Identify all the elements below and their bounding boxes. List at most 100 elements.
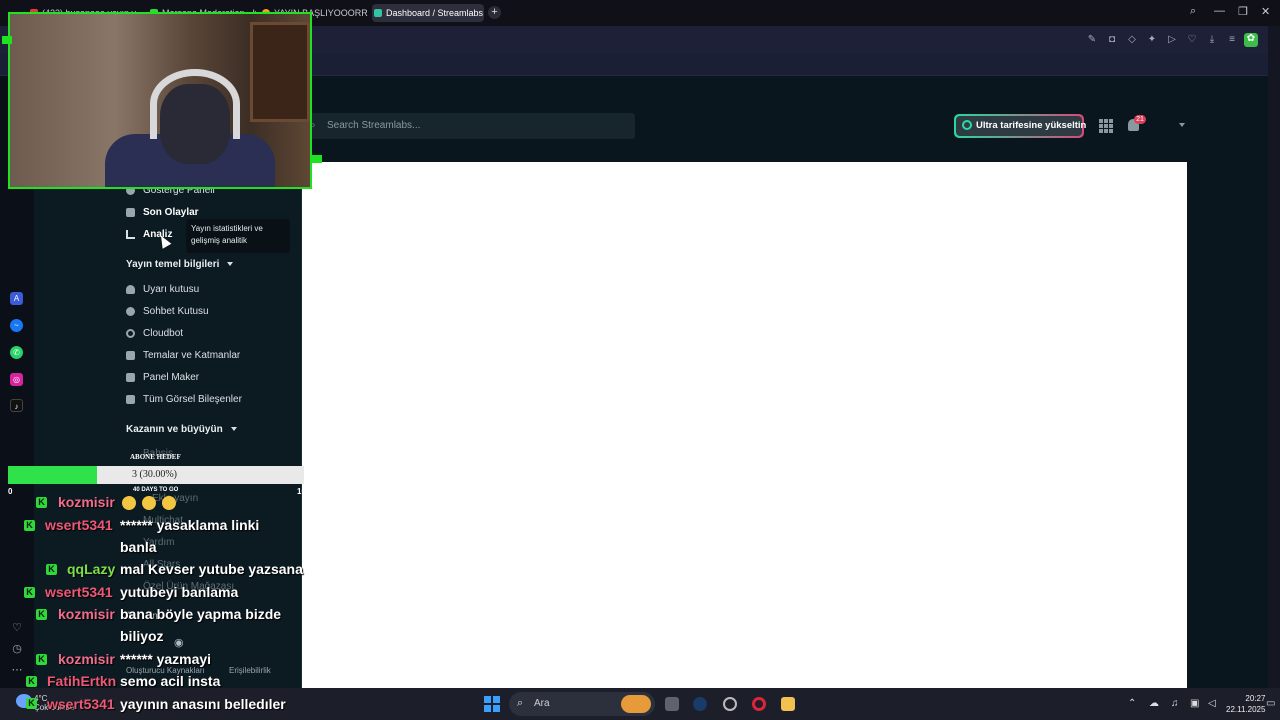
file-explorer-icon[interactable] xyxy=(781,697,795,711)
kick-badge-icon: K xyxy=(36,654,47,665)
nav-item-alert-box[interactable]: Uyarı kutusu xyxy=(143,284,199,295)
section-stream-basics[interactable]: Yayın temel bilgileri xyxy=(126,259,234,270)
chat-username: kozmisir xyxy=(58,494,115,510)
onedrive-icon[interactable]: ☁ xyxy=(1149,698,1159,709)
chat-message: biliyoz xyxy=(120,628,164,644)
content-panel xyxy=(302,162,1187,688)
search-highlight-icon xyxy=(621,695,651,713)
emote-icon xyxy=(162,496,176,510)
tiktok-icon[interactable]: ♪ xyxy=(10,399,23,412)
cam-border-accent xyxy=(312,155,322,163)
vpn-icon[interactable]: ✦ xyxy=(1146,34,1158,46)
profile-avatar-icon[interactable]: ✿ xyxy=(1244,33,1258,47)
nav-item-chat-box[interactable]: Sohbet Kutusu xyxy=(143,306,209,317)
browser-sidebar xyxy=(1268,26,1280,688)
opera-icon[interactable] xyxy=(752,697,766,711)
chevron-down-icon xyxy=(230,427,237,432)
search-icon: ⌕ xyxy=(517,697,524,709)
minimize-button[interactable]: — xyxy=(1214,5,1225,17)
nav-item-panel-maker[interactable]: Panel Maker xyxy=(143,372,199,383)
chat-username: kozmisir xyxy=(58,606,115,622)
chart-icon xyxy=(126,230,135,239)
footer-link-accessibility[interactable]: Erişilebilirlik xyxy=(229,666,271,675)
webcam-overlay xyxy=(8,12,312,189)
edit-icon[interactable]: ✎ xyxy=(1086,34,1098,46)
obs-icon[interactable] xyxy=(723,697,737,711)
account-dropdown-icon[interactable] xyxy=(1179,123,1185,127)
bot-icon xyxy=(126,329,135,338)
webcam-wall-frame xyxy=(250,22,310,122)
kick-badge-icon: K xyxy=(26,698,37,709)
goal-title: ABONE HEDEF xyxy=(130,453,181,461)
chat-username: wsert5341 xyxy=(47,696,115,712)
whatsapp-icon[interactable]: ✆ xyxy=(10,346,23,359)
windows-start-icon[interactable] xyxy=(484,696,500,712)
kick-badge-icon: K xyxy=(36,609,47,620)
play-icon[interactable]: ▷ xyxy=(1166,34,1178,46)
analytics-tooltip: Yayın istatistikleri ve gelişmiş analiti… xyxy=(186,219,290,253)
notification-center-icon[interactable]: ▭ xyxy=(1266,698,1275,709)
tray-chevron-icon[interactable]: ⌃ xyxy=(1128,698,1136,709)
upgrade-label: Ultra tarifesine yükseltin xyxy=(976,120,1087,131)
chat-username: wsert5341 xyxy=(45,517,113,533)
nav-item-themes[interactable]: Temalar ve Katmanlar xyxy=(143,350,240,361)
discord-icon[interactable]: ◉ xyxy=(174,636,184,649)
chat-message: mal Kevser yutube yazsana xyxy=(120,561,303,577)
camera-icon[interactable]: ◘ xyxy=(1106,34,1118,46)
messenger-icon[interactable]: ~ xyxy=(10,319,23,332)
chat-message: ****** yazmayi xyxy=(120,651,212,667)
instagram-icon[interactable]: ◎ xyxy=(10,373,23,386)
chat-username: wsert5341 xyxy=(45,584,113,600)
goal-min: 0 xyxy=(8,487,13,496)
kick-badge-icon: K xyxy=(46,564,57,575)
search-tabs-icon[interactable]: ⌕ xyxy=(1190,5,1196,18)
nav-item-all-widgets[interactable]: Tüm Görsel Bileşenler xyxy=(143,394,242,405)
volume-icon[interactable]: ◁ xyxy=(1208,698,1216,709)
section-label: Yayın temel bilgileri xyxy=(126,259,220,270)
browser-tab-active[interactable]: Dashboard / Streamlabs xyxy=(372,4,484,22)
new-tab-button[interactable]: + xyxy=(488,6,501,19)
task-view-icon[interactable] xyxy=(665,697,679,711)
shield-icon[interactable]: ◇ xyxy=(1126,34,1138,46)
list-icon xyxy=(126,208,135,217)
chat-icon xyxy=(126,307,135,316)
steam-icon[interactable] xyxy=(693,697,707,711)
chat-message: bana böyle yapma bizde xyxy=(120,606,282,622)
chat-username: qqLazy xyxy=(67,561,116,577)
nav-item-cloudbot[interactable]: Cloudbot xyxy=(143,328,183,339)
aria-icon[interactable]: A xyxy=(10,292,23,305)
section-label: Kazanın ve büyüyün xyxy=(126,424,223,435)
search-placeholder: Search Streamlabs... xyxy=(327,120,421,131)
download-icon[interactable]: ⤓ xyxy=(1206,34,1218,46)
nav-item-recent-events[interactable]: Son Olaylar xyxy=(143,207,199,218)
chat-message: banla xyxy=(120,539,157,555)
emote-icon xyxy=(122,496,136,510)
history-icon[interactable]: ◷ xyxy=(11,643,23,655)
restore-button[interactable]: ❐ xyxy=(1238,5,1248,18)
apps-grid-icon[interactable] xyxy=(1099,119,1113,133)
chat-username: kozmisir xyxy=(58,651,115,667)
heart-icon[interactable]: ♡ xyxy=(11,622,23,634)
section-earn-grow[interactable]: Kazanın ve büyüyün xyxy=(126,424,237,435)
more-icon[interactable]: ⋯ xyxy=(11,664,23,676)
close-button[interactable]: ✕ xyxy=(1261,5,1270,18)
heart-icon[interactable]: ♡ xyxy=(1186,34,1198,46)
taskbar-search-placeholder: Ara xyxy=(534,698,550,709)
panel-icon xyxy=(126,373,135,382)
refresh-icon xyxy=(962,120,972,130)
taskbar-search[interactable]: ⌕ Ara xyxy=(509,692,655,716)
network-icon[interactable]: ▣ xyxy=(1190,698,1199,709)
chat-message: semo acil insta xyxy=(120,673,221,689)
goal-max: 10 xyxy=(297,487,306,496)
microphone-icon[interactable]: ♫ xyxy=(1171,698,1179,709)
search-input[interactable]: ⌕ Search Streamlabs... xyxy=(305,113,635,139)
emote-icon xyxy=(142,496,156,510)
menu-icon[interactable]: ≡ xyxy=(1226,34,1238,46)
clock-date: 22.11.2025 xyxy=(1226,705,1266,714)
chat-message: yutubeyi banlama xyxy=(120,584,239,600)
chevron-down-icon xyxy=(227,262,234,267)
upgrade-ultra-button[interactable]: Ultra tarifesine yükseltin xyxy=(954,114,1087,138)
bell-icon xyxy=(126,285,135,294)
taskbar-clock[interactable]: 20:27 22.11.2025 xyxy=(1226,693,1265,715)
goal-progress-text: 3 (30.00%) xyxy=(132,469,177,480)
